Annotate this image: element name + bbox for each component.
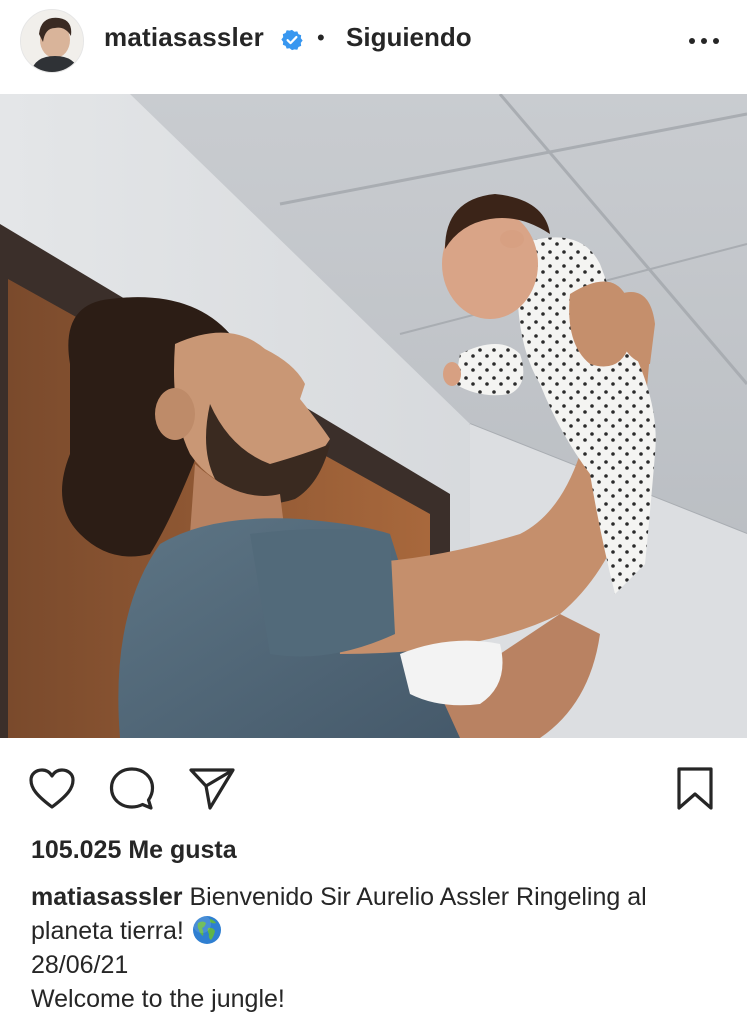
caption-line: matiasassler Bienvenido Sir Aurelio Assl… (31, 880, 731, 948)
post-image (0, 94, 747, 738)
following-button[interactable]: Siguiendo (346, 22, 472, 53)
bookmark-icon[interactable] (675, 766, 715, 812)
separator-dot: • (317, 25, 325, 50)
username[interactable]: matiasassler (104, 22, 264, 53)
share-icon[interactable] (188, 767, 236, 811)
post-caption: matiasassler Bienvenido Sir Aurelio Assl… (31, 880, 731, 1016)
post-photo[interactable] (0, 94, 747, 738)
caption-extra-line: Welcome to the jungle! (31, 985, 285, 1013)
action-bar (0, 738, 747, 838)
more-options-icon[interactable] (684, 26, 724, 56)
likes-count[interactable]: 105.025 Me gusta (31, 836, 237, 865)
post-header: matiasassler • Siguiendo (0, 0, 747, 94)
caption-username[interactable]: matiasassler (31, 883, 183, 911)
globe-americas-icon (192, 915, 221, 944)
heart-icon[interactable] (28, 767, 76, 811)
caption-date: 28/06/21 (31, 951, 129, 979)
comment-icon[interactable] (108, 766, 156, 812)
verified-badge-icon (281, 29, 303, 51)
avatar[interactable] (20, 9, 84, 73)
